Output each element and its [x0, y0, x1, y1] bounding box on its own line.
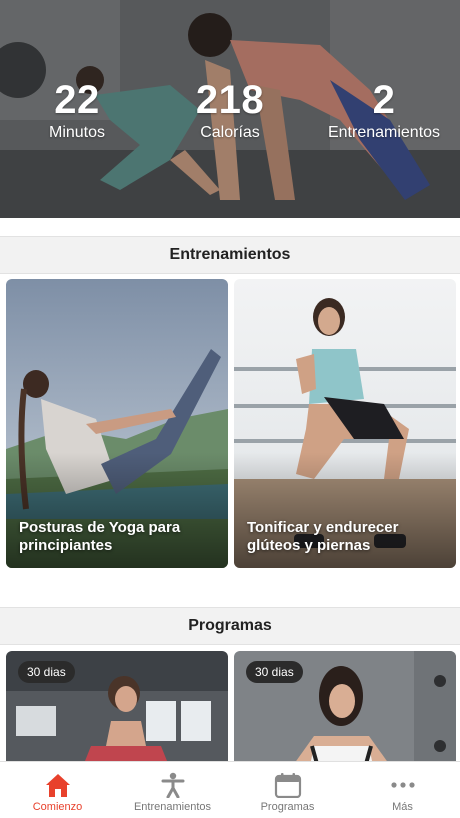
tab-workouts[interactable]: Entrenamientos: [115, 762, 230, 818]
workout-card-yoga[interactable]: Posturas de Yoga para principiantes: [6, 279, 228, 568]
stat-value: 22: [54, 78, 100, 122]
stat-calories: 218 Calorías: [180, 80, 280, 142]
more-dots-icon: [390, 782, 415, 788]
duration-badge: 30 dias: [18, 661, 75, 683]
stat-label: Entrenamientos: [327, 124, 441, 141]
house-icon: [45, 774, 70, 797]
hero-banner: 22 Minutos 218 Calorías 2 Entrenamientos: [0, 0, 460, 218]
tab-label: Entrenamientos: [133, 801, 212, 813]
program-card-1[interactable]: 30 dias: [6, 651, 228, 771]
stat-label: Calorías: [200, 124, 260, 141]
duration-badge: 30 dias: [246, 661, 303, 683]
section-title-programs: Programas: [0, 607, 460, 645]
bottom-tab-bar: Comienzo Entrenamientos Programas Más: [0, 761, 460, 818]
tab-programs[interactable]: Programas: [230, 762, 345, 818]
workout-card-title: Tonificar y endurecer glúteos y piernas: [247, 519, 399, 554]
tab-label: Programas: [260, 801, 315, 813]
stat-label: Minutos: [48, 124, 106, 141]
stat-workouts: 2 Entrenamientos: [322, 80, 446, 142]
workout-card-glutes[interactable]: Tonificar y endurecer glúteos y piernas: [234, 279, 456, 568]
stat-minutes: 22 Minutos: [32, 80, 122, 142]
tab-label: Comienzo: [32, 801, 83, 813]
tab-home[interactable]: Comienzo: [0, 762, 115, 818]
tab-more[interactable]: Más: [345, 762, 460, 818]
stat-value: 2: [372, 78, 396, 122]
program-card-2[interactable]: 30 dias: [234, 651, 456, 771]
stat-value: 218: [195, 78, 265, 122]
section-title-workouts: Entrenamientos: [0, 236, 460, 274]
tab-label: Más: [392, 801, 413, 813]
person-icon: [161, 772, 184, 798]
workout-card-title: Posturas de Yoga para principiantes: [19, 519, 181, 554]
calendar-icon: [274, 773, 301, 798]
